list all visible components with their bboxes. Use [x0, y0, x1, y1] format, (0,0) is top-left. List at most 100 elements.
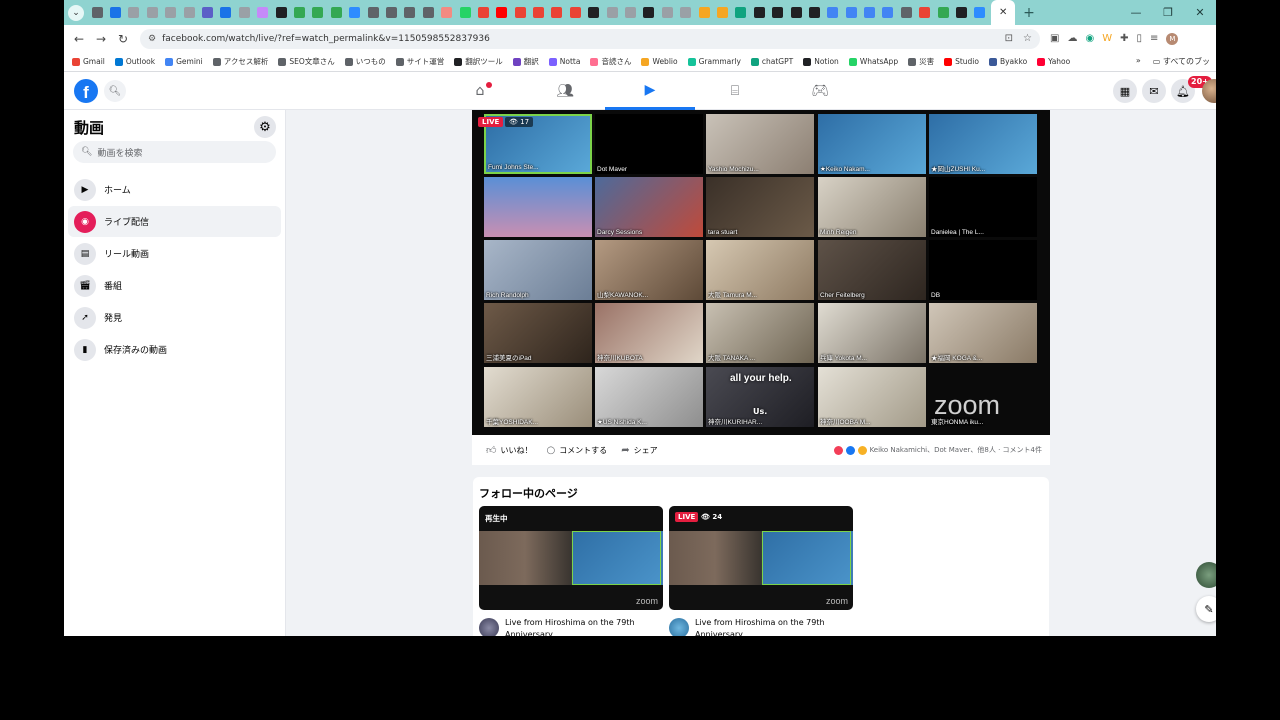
browser-tab[interactable] — [952, 0, 970, 25]
sidebar-item-home[interactable]: ▶ ホーム — [68, 174, 281, 205]
browser-tab[interactable] — [824, 0, 842, 25]
browser-tab[interactable] — [805, 0, 823, 25]
video-thumbnail[interactable]: LIVE 👁︎ 24 zoom — [669, 506, 853, 610]
browser-tab[interactable] — [860, 0, 878, 25]
profile-avatar[interactable]: M — [1166, 32, 1179, 45]
browser-tab[interactable] — [217, 0, 235, 25]
browser-tab[interactable] — [162, 0, 180, 25]
bookmark-item[interactable]: アクセス解析 — [212, 56, 268, 67]
browser-tab[interactable] — [143, 0, 161, 25]
friends-nav-icon[interactable]: 👥︎ — [520, 72, 610, 110]
browser-tab[interactable] — [382, 0, 400, 25]
bookmark-item[interactable]: いつもの — [344, 56, 386, 67]
settings-gear-icon[interactable]: ⚙ — [254, 116, 276, 138]
browser-tab[interactable] — [713, 0, 731, 25]
browser-tab[interactable] — [272, 0, 290, 25]
live-video-player[interactable]: Fumi Johns Ste... Dot Maver Yashio Mochizu… — [472, 110, 1050, 435]
new-message-icon[interactable]: ✎ — [1196, 596, 1216, 622]
back-icon[interactable]: ← — [68, 32, 90, 46]
install-app-icon[interactable]: ⊡ — [1005, 33, 1013, 44]
reload-icon[interactable]: ↻ — [112, 32, 134, 46]
browser-tab[interactable] — [695, 0, 713, 25]
browser-tab[interactable] — [88, 0, 106, 25]
video-thumbnail[interactable]: 再生中 zoom — [479, 506, 663, 610]
browser-tab[interactable] — [566, 0, 584, 25]
new-tab-button[interactable]: + — [1023, 5, 1035, 21]
sidebar-item-saved[interactable]: ▮ 保存済みの動画 — [68, 334, 281, 365]
browser-tab[interactable] — [529, 0, 547, 25]
browser-tab[interactable] — [732, 0, 750, 25]
share-button[interactable]: ➦ シェア — [621, 445, 657, 456]
bookmark-item[interactable]: Gemini — [165, 56, 203, 67]
browser-tab[interactable] — [640, 0, 658, 25]
close-window-icon[interactable]: ✕ — [1184, 6, 1216, 19]
browser-tab[interactable] — [493, 0, 511, 25]
browser-tab[interactable] — [621, 0, 639, 25]
bookmark-item[interactable]: 音読さん — [590, 56, 631, 67]
gaming-nav-icon[interactable]: 🎮︎ — [775, 72, 865, 110]
bookmark-item[interactable]: Notta — [548, 56, 580, 67]
browser-tab[interactable] — [511, 0, 529, 25]
minimize-icon[interactable]: — — [1120, 6, 1152, 19]
bookmark-item[interactable]: WhatsApp — [848, 56, 898, 67]
maximize-icon[interactable]: ❐ — [1152, 6, 1184, 19]
chat-contact-avatar[interactable] — [1196, 562, 1216, 588]
all-bookmarks-folder[interactable]: ▭ すべてのブッ — [1153, 56, 1210, 67]
bookmark-item[interactable]: Outlook — [114, 56, 155, 67]
forward-icon[interactable]: → — [90, 32, 112, 46]
extensions-puzzle-icon[interactable]: ✚ — [1120, 33, 1128, 44]
site-info-icon[interactable]: ⚙ — [148, 34, 156, 44]
browser-tab[interactable] — [290, 0, 308, 25]
page-avatar[interactable] — [479, 618, 499, 636]
tab-search-icon[interactable]: ⌄ — [68, 4, 84, 21]
browser-tab[interactable] — [456, 0, 474, 25]
watch-nav-icon[interactable]: ▶ — [605, 72, 695, 110]
browser-tab[interactable] — [309, 0, 327, 25]
browser-tab[interactable] — [585, 0, 603, 25]
extension-icon[interactable]: ☁ — [1067, 33, 1077, 44]
bookmark-item[interactable]: Notion — [803, 56, 839, 67]
browser-tab[interactable] — [971, 0, 989, 25]
bookmark-item[interactable]: Weblio — [641, 56, 678, 67]
browser-tab[interactable] — [327, 0, 345, 25]
address-bar[interactable]: ⚙ facebook.com/watch/live/?ref=watch_per… — [140, 28, 1040, 49]
bookmark-item[interactable]: Gmail — [72, 56, 105, 67]
reading-list-icon[interactable]: ≡ — [1150, 33, 1158, 44]
browser-tab[interactable] — [437, 0, 455, 25]
video-title[interactable]: Live from Hiroshima on the 79th Annivers… — [505, 617, 665, 636]
page-avatar[interactable] — [669, 618, 689, 636]
sidebar-item-explore[interactable]: ➚ 発見 — [68, 302, 281, 333]
like-button[interactable]: 👍︎ いいね！ — [486, 444, 532, 456]
extension-icon[interactable]: W — [1102, 33, 1112, 44]
bookmark-item[interactable]: Yahoo — [1037, 56, 1070, 67]
browser-tab[interactable] — [254, 0, 272, 25]
browser-tab[interactable] — [879, 0, 897, 25]
search-icon[interactable]: 🔍︎ — [104, 80, 126, 102]
sidebar-item-live[interactable]: ◉ ライブ配信 — [68, 206, 281, 237]
marketplace-nav-icon[interactable]: ⌸ — [690, 72, 780, 110]
browser-tab[interactable] — [934, 0, 952, 25]
browser-tab[interactable] — [787, 0, 805, 25]
bookmark-item[interactable]: chatGPT — [750, 56, 793, 67]
browser-tab[interactable] — [419, 0, 437, 25]
video-search-input[interactable]: 🔍︎ 動画を検索 — [73, 141, 276, 163]
video-title[interactable]: Live from Hiroshima on the 79th Annivers… — [695, 617, 855, 636]
browser-tab[interactable] — [916, 0, 934, 25]
browser-tab[interactable] — [180, 0, 198, 25]
home-nav-icon[interactable]: ⌂ — [435, 72, 525, 110]
sidebar-item-reels[interactable]: ▤ リール動画 — [68, 238, 281, 269]
bookmark-item[interactable]: Grammarly — [687, 56, 741, 67]
browser-tab[interactable] — [198, 0, 216, 25]
sidebar-item-shows[interactable]: 🎬︎ 番組 — [68, 270, 281, 301]
bookmark-item[interactable]: サイト運営 — [395, 56, 444, 67]
reaction-summary[interactable]: Keiko Nakamichi、Dot Maver、他8人 · コメント4件 — [833, 445, 1042, 455]
browser-tab[interactable] — [750, 0, 768, 25]
facebook-logo-icon[interactable]: f — [74, 79, 98, 103]
side-panel-icon[interactable]: ▯ — [1136, 33, 1142, 44]
bookmark-item[interactable]: 翻訳 — [512, 56, 539, 67]
browser-tab[interactable] — [842, 0, 860, 25]
bookmarks-more-button[interactable]: » — [1136, 56, 1141, 67]
browser-tab[interactable] — [125, 0, 143, 25]
browser-tab[interactable] — [548, 0, 566, 25]
comment-button[interactable]: ○ コメントする — [546, 445, 607, 456]
